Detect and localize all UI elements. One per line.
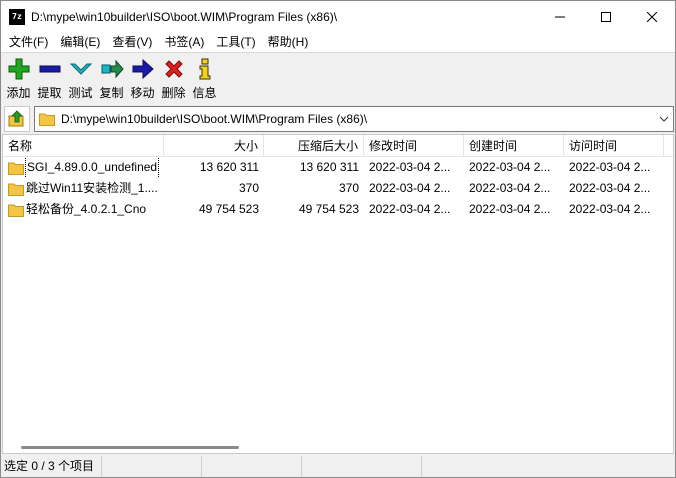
add-icon	[8, 58, 29, 80]
maximize-icon	[601, 11, 611, 22]
table-row[interactable]: 跳过Win11安装检测_1.... 370 370 2022-03-04 2..…	[3, 178, 673, 199]
status-segment	[202, 456, 302, 477]
app-window: 7z D:\mype\win10builder\ISO\boot.WIM\Pro…	[0, 0, 676, 478]
extract-label: 提取	[37, 86, 62, 100]
copy-button[interactable]: 复制	[96, 53, 127, 101]
add-button[interactable]: 添加	[3, 53, 34, 101]
row-accessed: 2022-03-04 2...	[569, 202, 651, 216]
toolbar: 添加 提取 测试 复制 移动 删除 信息	[1, 52, 675, 104]
info-button[interactable]: 信息	[189, 53, 220, 101]
maximize-button[interactable]	[583, 1, 629, 32]
close-icon	[647, 11, 657, 22]
column-name-header[interactable]: 名称	[3, 135, 164, 157]
column-packed-size-header[interactable]: 压缩后大小	[264, 135, 364, 157]
window-controls	[537, 1, 675, 32]
folder-icon	[8, 204, 24, 217]
menu-tools[interactable]: 工具(T)	[210, 32, 261, 52]
menu-bookmarks[interactable]: 书签(A)	[158, 32, 210, 52]
address-row	[1, 105, 675, 133]
column-size-header[interactable]: 大小	[164, 135, 264, 157]
test-button[interactable]: 测试	[65, 53, 96, 101]
row-size: 13 620 311	[199, 160, 259, 174]
menu-edit[interactable]: 编辑(E)	[54, 32, 106, 52]
up-folder-button[interactable]	[4, 106, 30, 132]
address-input[interactable]	[61, 112, 651, 126]
status-segment	[102, 456, 202, 477]
extract-icon	[39, 65, 60, 73]
horizontal-scrollbar[interactable]	[3, 443, 673, 451]
move-label: 移动	[130, 86, 155, 100]
test-icon	[69, 63, 92, 75]
title-bar[interactable]: 7z D:\mype\win10builder\ISO\boot.WIM\Pro…	[1, 1, 675, 32]
menu-view[interactable]: 查看(V)	[106, 32, 158, 52]
close-button[interactable]	[629, 1, 675, 32]
row-size: 370	[238, 181, 259, 195]
row-size: 49 754 523	[198, 202, 259, 216]
app-7z-icon: 7z	[9, 8, 25, 25]
delete-label: 删除	[161, 86, 186, 100]
test-label: 测试	[68, 86, 93, 100]
row-accessed: 2022-03-04 2...	[569, 160, 651, 174]
add-label: 添加	[6, 86, 31, 100]
row-packed-size: 13 620 311	[299, 160, 359, 174]
column-modified-header[interactable]: 修改时间	[364, 135, 464, 157]
minimize-icon	[555, 16, 565, 17]
minimize-button[interactable]	[537, 1, 583, 32]
row-modified: 2022-03-04 2...	[369, 160, 451, 174]
folder-icon	[8, 183, 24, 196]
up-folder-icon	[8, 110, 24, 127]
menu-help[interactable]: 帮助(H)	[262, 32, 315, 52]
folder-icon	[8, 162, 24, 175]
row-name: 轻松备份_4.0.2.1_Cno	[26, 202, 147, 216]
move-icon	[132, 58, 154, 80]
table-row[interactable]: 轻松备份_4.0.2.1_Cno 49 754 523 49 754 523 2…	[3, 199, 673, 220]
status-segment	[302, 456, 422, 477]
menu-file[interactable]: 文件(F)	[3, 32, 54, 52]
row-name: 跳过Win11安装检测_1....	[26, 181, 158, 195]
copy-label: 复制	[99, 86, 124, 100]
chevron-down-icon[interactable]	[658, 113, 670, 125]
menu-bar: 文件(F) 编辑(E) 查看(V) 书签(A) 工具(T) 帮助(H)	[1, 32, 675, 52]
move-button[interactable]: 移动	[127, 53, 158, 101]
window-title: D:\mype\win10builder\ISO\boot.WIM\Progra…	[31, 9, 338, 24]
scrollbar-thumb[interactable]	[21, 446, 239, 449]
extract-button[interactable]: 提取	[34, 53, 65, 101]
status-selection: 选定 0 / 3 个项目	[1, 456, 102, 477]
file-list[interactable]: 名称 大小 压缩后大小 修改时间 创建时间 访问时间 SGI_4.89.0.0_…	[2, 134, 674, 454]
delete-icon	[164, 60, 183, 78]
row-modified: 2022-03-04 2...	[369, 202, 451, 216]
row-created: 2022-03-04 2...	[469, 202, 551, 216]
row-created: 2022-03-04 2...	[469, 160, 551, 174]
delete-button[interactable]: 删除	[158, 53, 189, 101]
row-created: 2022-03-04 2...	[469, 181, 551, 195]
address-bar	[34, 106, 674, 132]
status-bar: 选定 0 / 3 个项目	[1, 456, 675, 477]
info-label: 信息	[192, 86, 217, 100]
folder-icon	[39, 113, 55, 126]
row-accessed: 2022-03-04 2...	[569, 181, 651, 195]
info-icon	[199, 58, 210, 80]
row-modified: 2022-03-04 2...	[369, 181, 451, 195]
row-packed-size: 370	[338, 181, 359, 195]
row-name: SGI_4.89.0.0_undefined	[24, 157, 160, 178]
column-created-header[interactable]: 创建时间	[464, 135, 564, 157]
list-header: 名称 大小 压缩后大小 修改时间 创建时间 访问时间	[3, 135, 673, 157]
row-packed-size: 49 754 523	[298, 202, 359, 216]
column-accessed-header[interactable]: 访问时间	[564, 135, 664, 157]
copy-icon	[101, 59, 124, 79]
table-row[interactable]: SGI_4.89.0.0_undefined 13 620 311 13 620…	[3, 157, 673, 178]
